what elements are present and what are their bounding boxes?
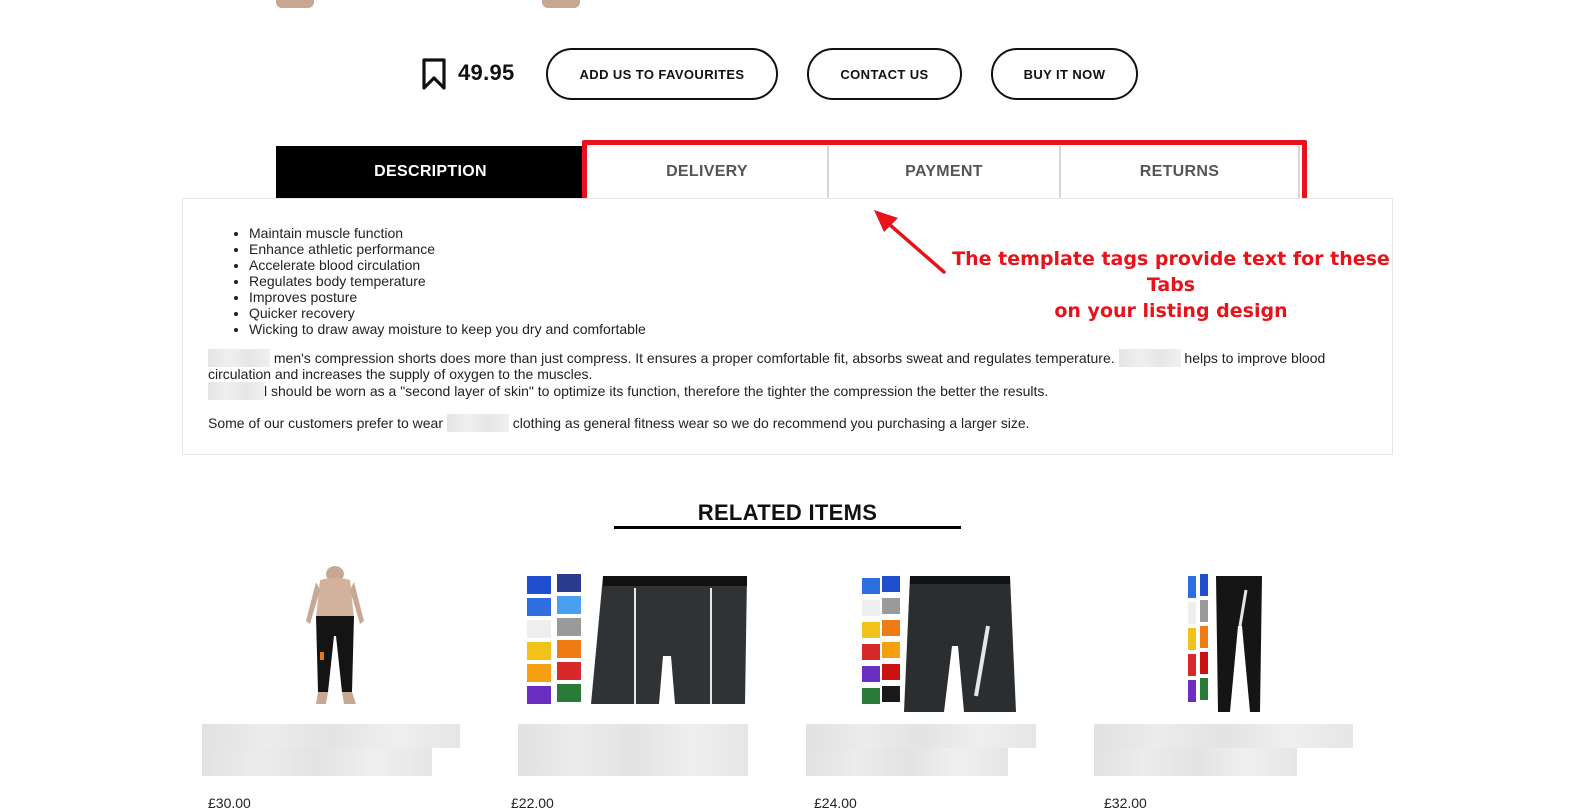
related-item-price: £32.00 (1104, 795, 1147, 811)
redacted-brand (1118, 349, 1181, 367)
paragraph-text: l should be worn as a "second layer of s… (264, 383, 1049, 399)
tab-delivery[interactable]: DELIVERY (587, 146, 827, 198)
feature-item: Maintain muscle function (249, 225, 646, 241)
feature-item: Wicking to draw away moisture to keep yo… (249, 321, 646, 337)
description-paragraph-3: Some of our customers prefer to wear clo… (208, 414, 1030, 432)
related-item-title-redacted (202, 748, 432, 776)
product-photo-crop-right (542, 0, 580, 8)
buy-it-now-button[interactable]: BUY IT NOW (991, 48, 1138, 100)
description-paragraph-2: l should be worn as a "second layer of s… (208, 382, 1048, 400)
related-item-title-redacted (518, 748, 748, 776)
related-item-image-long-shorts-swatches[interactable] (860, 566, 1020, 718)
paragraph-text: helps to improve blood (1184, 350, 1326, 366)
paragraph-text: clothing as general fitness wear so we d… (512, 415, 1030, 431)
related-item-price: £30.00 (208, 795, 251, 811)
related-items-heading: RELATED ITEMS (697, 500, 878, 525)
related-items-underline (614, 526, 961, 529)
annotation-text: The template tags provide text for these… (940, 246, 1402, 324)
tab-description[interactable]: DESCRIPTION (276, 146, 585, 198)
paragraph-text: Some of our customers prefer to wear (208, 415, 443, 431)
related-item-title-redacted (202, 724, 460, 748)
feature-item: Accelerate blood circulation (249, 257, 646, 273)
feature-item: Regulates body temperature (249, 273, 646, 289)
feature-item: Improves posture (249, 289, 646, 305)
related-item-title-redacted (1094, 748, 1297, 776)
feature-item: Quicker recovery (249, 305, 646, 321)
related-item-price: £22.00 (511, 795, 554, 811)
related-item-title-redacted (806, 724, 1036, 748)
tab-returns[interactable]: RETURNS (1059, 146, 1300, 198)
bookmark-icon[interactable] (420, 58, 448, 90)
related-item-image-leggings-model[interactable] (290, 566, 380, 716)
redacted-brand (446, 414, 509, 432)
add-to-favourites-button[interactable]: ADD US TO FAVOURITES (546, 48, 778, 100)
related-item-title-redacted (1094, 724, 1353, 748)
related-item-title-redacted (518, 724, 748, 748)
product-price: 49.95 (458, 60, 515, 85)
redacted-brand (208, 349, 270, 367)
contact-us-button[interactable]: CONTACT US (807, 48, 962, 100)
related-item-price: £24.00 (814, 795, 857, 811)
related-item-image-leggings-swatches[interactable] (1180, 566, 1270, 718)
paragraph-text: men's compression shorts does more than … (273, 350, 1115, 366)
description-paragraph-1-cont: circulation and increases the supply of … (208, 366, 593, 382)
product-photo-crop-left (276, 0, 314, 8)
related-item-title-redacted (806, 748, 1008, 776)
tab-payment[interactable]: PAYMENT (827, 146, 1059, 198)
annotation-line-1: The template tags provide text for these… (952, 248, 1390, 296)
annotation-arrow-icon (874, 210, 946, 274)
description-panel: Maintain muscle function Enhance athleti… (182, 198, 1393, 455)
annotation-line-2: on your listing design (1054, 300, 1288, 322)
feature-list: Maintain muscle function Enhance athleti… (229, 225, 646, 337)
description-paragraph-1: men's compression shorts does more than … (208, 349, 1325, 367)
redacted-brand (208, 382, 264, 400)
feature-item: Enhance athletic performance (249, 241, 646, 257)
related-item-image-shorts-swatches[interactable] (525, 566, 750, 714)
